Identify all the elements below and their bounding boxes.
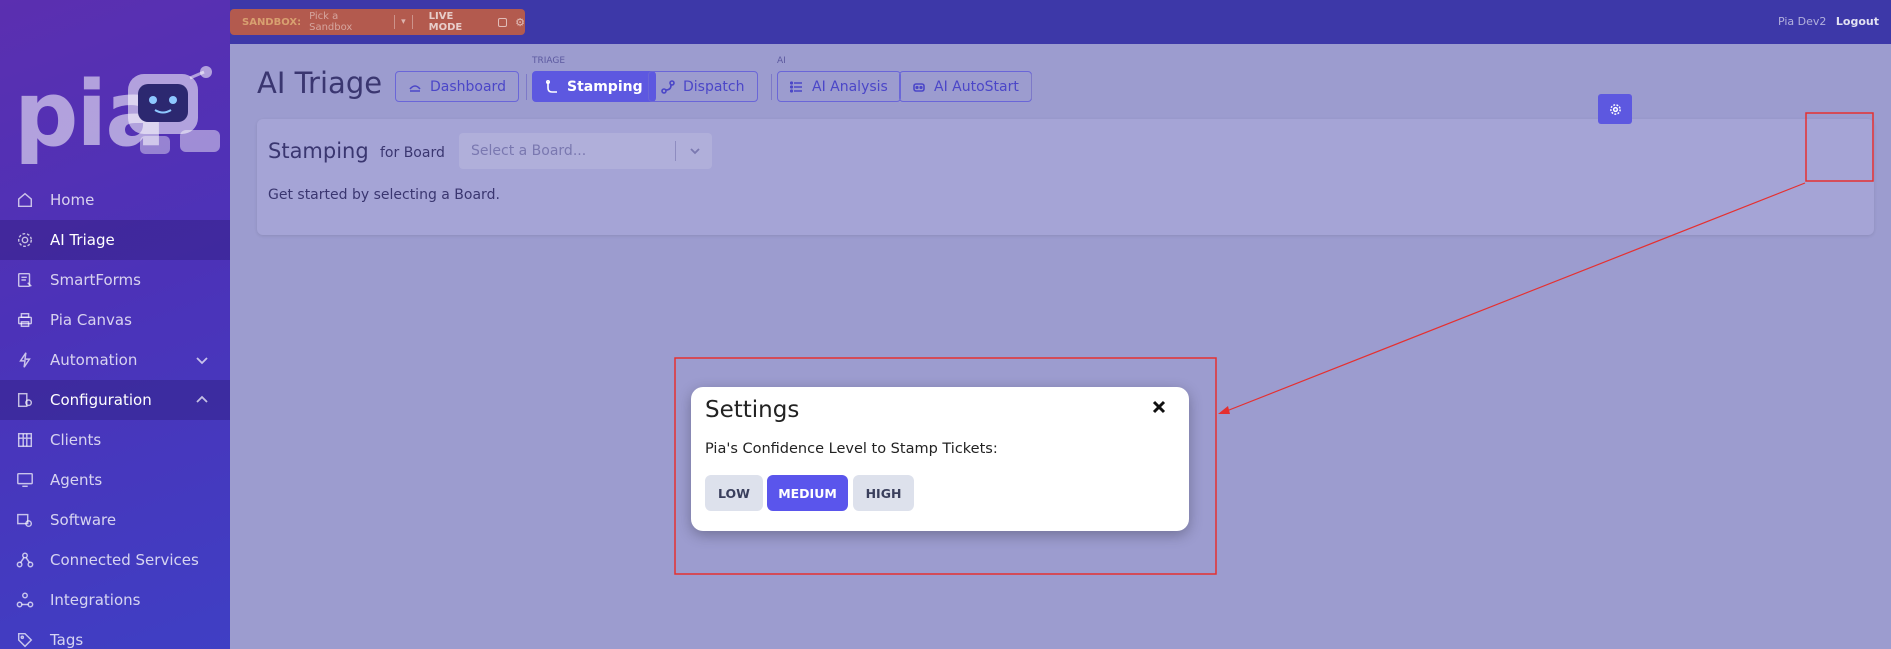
sidebar-item-ai-triage[interactable]: AI Triage [0,220,230,260]
board-select[interactable]: Select a Board... [459,133,712,169]
sidebar-item-label: SmartForms [50,271,141,289]
sidebar-item-connected-services[interactable]: Connected Services [0,540,230,580]
bolt-icon [16,351,34,369]
sidebar-item-label: Configuration [50,391,152,409]
sidebar-item-label: Pia Canvas [50,311,132,329]
divider [526,74,527,100]
tab-stamping[interactable]: Stamping [532,71,656,102]
sidebar-item-software[interactable]: Software [0,500,230,540]
card-hint: Get started by selecting a Board. [268,187,500,203]
list-icon [790,80,802,93]
chevron-down-icon[interactable] [688,144,702,158]
ai-group-label: AI [777,56,786,66]
sidebar-item-label: Clients [50,431,102,449]
user-name: Pia Dev2 [1777,15,1827,28]
settings-modal: Settings Pia's Confidence Level to Stamp… [691,387,1189,531]
sidebar-item-label: Integrations [50,591,141,609]
gear-icon [1609,103,1621,115]
sidebar-item-tags[interactable]: Tags [0,620,230,649]
board-select-placeholder: Select a Board... [471,143,587,159]
stamp-icon [546,79,557,93]
config-icon [16,391,34,409]
tab-label: AI AutoStart [934,78,1019,95]
printer-icon [16,311,34,329]
for-board-label: for Board [380,145,445,161]
sidebar: pia Home AI Triage SmartForms Pia Canvas [0,0,230,649]
divider [411,15,413,29]
stamping-card: Stamping for Board Select a Board... Get… [257,119,1874,235]
card-title: Stamping [268,139,369,163]
sidebar-item-label: Agents [50,471,103,489]
form-icon [16,271,34,289]
sidebar-item-home[interactable]: Home [0,180,230,220]
divider [675,141,676,161]
mascot-robot-icon [128,66,220,154]
software-icon [16,511,34,529]
page-title: AI Triage [257,66,383,100]
triage-group-label: TRIAGE [532,56,566,66]
close-icon[interactable] [1151,399,1171,419]
modal-title: Settings [705,397,800,423]
sidebar-item-configuration[interactable]: Configuration [0,380,230,420]
divider [394,15,396,29]
divider [1031,74,1032,100]
building-icon [16,431,34,449]
tab-label: Dispatch [683,78,745,95]
tab-dispatch[interactable]: Dispatch [648,71,758,102]
sidebar-item-clients[interactable]: Clients [0,420,230,460]
sidebar-item-pia-canvas[interactable]: Pia Canvas [0,300,230,340]
save-icon[interactable] [498,17,508,27]
logout-link[interactable]: Logout [1836,15,1879,28]
confidence-prompt: Pia's Confidence Level to Stamp Tickets: [705,441,998,457]
sidebar-item-automation[interactable]: Automation [0,340,230,380]
sidebar-item-agents[interactable]: Agents [0,460,230,500]
dispatch-icon [661,79,675,94]
confidence-medium-button[interactable]: MEDIUM [767,475,848,511]
tab-label: Dashboard [430,78,506,95]
sidebar-item-integrations[interactable]: Integrations [0,580,230,620]
dashboard-icon [409,84,421,92]
tab-ai-autostart[interactable]: AI AutoStart [899,71,1032,102]
sandbox-label: SANDBOX: [242,16,302,28]
tab-dashboard[interactable]: Dashboard [395,71,519,102]
gear-icon [16,231,34,249]
integration-icon [16,591,34,609]
tab-label: AI Analysis [812,78,888,95]
confidence-low-button[interactable]: LOW [705,475,763,511]
tab-ai-analysis[interactable]: AI Analysis [777,71,901,102]
chevron-down-icon[interactable]: ▾ [401,17,406,27]
sidebar-item-label: Automation [50,351,138,369]
sidebar-item-label: Connected Services [50,551,199,569]
user-area: Pia Dev2 Logout [1778,15,1879,28]
live-mode-label: LIVE MODE [428,11,463,33]
monitor-icon [16,471,34,489]
settings-button[interactable] [1598,94,1632,124]
nodes-icon [16,551,34,569]
top-bar: SANDBOX: Pick a Sandbox ▾ LIVE MODE ⚙ Pi… [230,0,1891,44]
chevron-down-icon[interactable] [194,352,210,368]
tag-icon [16,631,34,649]
sandbox-selector[interactable]: SANDBOX: Pick a Sandbox ▾ LIVE MODE ⚙ [230,9,525,35]
sidebar-nav: Home AI Triage SmartForms Pia Canvas Aut… [0,180,230,649]
sidebar-item-label: AI Triage [50,231,115,249]
confidence-high-button[interactable]: HIGH [853,475,914,511]
main-content: AI Triage Dashboard TRIAGE Stamping Disp… [230,44,1891,649]
tab-label: Stamping [567,78,643,95]
robot-icon [913,82,925,92]
settings-icon[interactable]: ⚙ [515,16,525,29]
sidebar-item-label: Tags [50,631,84,649]
sidebar-item-label: Software [50,511,117,529]
sidebar-item-smartforms[interactable]: SmartForms [0,260,230,300]
chevron-up-icon[interactable] [194,392,210,408]
divider [771,74,772,100]
sandbox-value[interactable]: Pick a Sandbox [309,11,382,33]
home-icon [16,191,34,209]
sidebar-item-label: Home [50,191,95,209]
